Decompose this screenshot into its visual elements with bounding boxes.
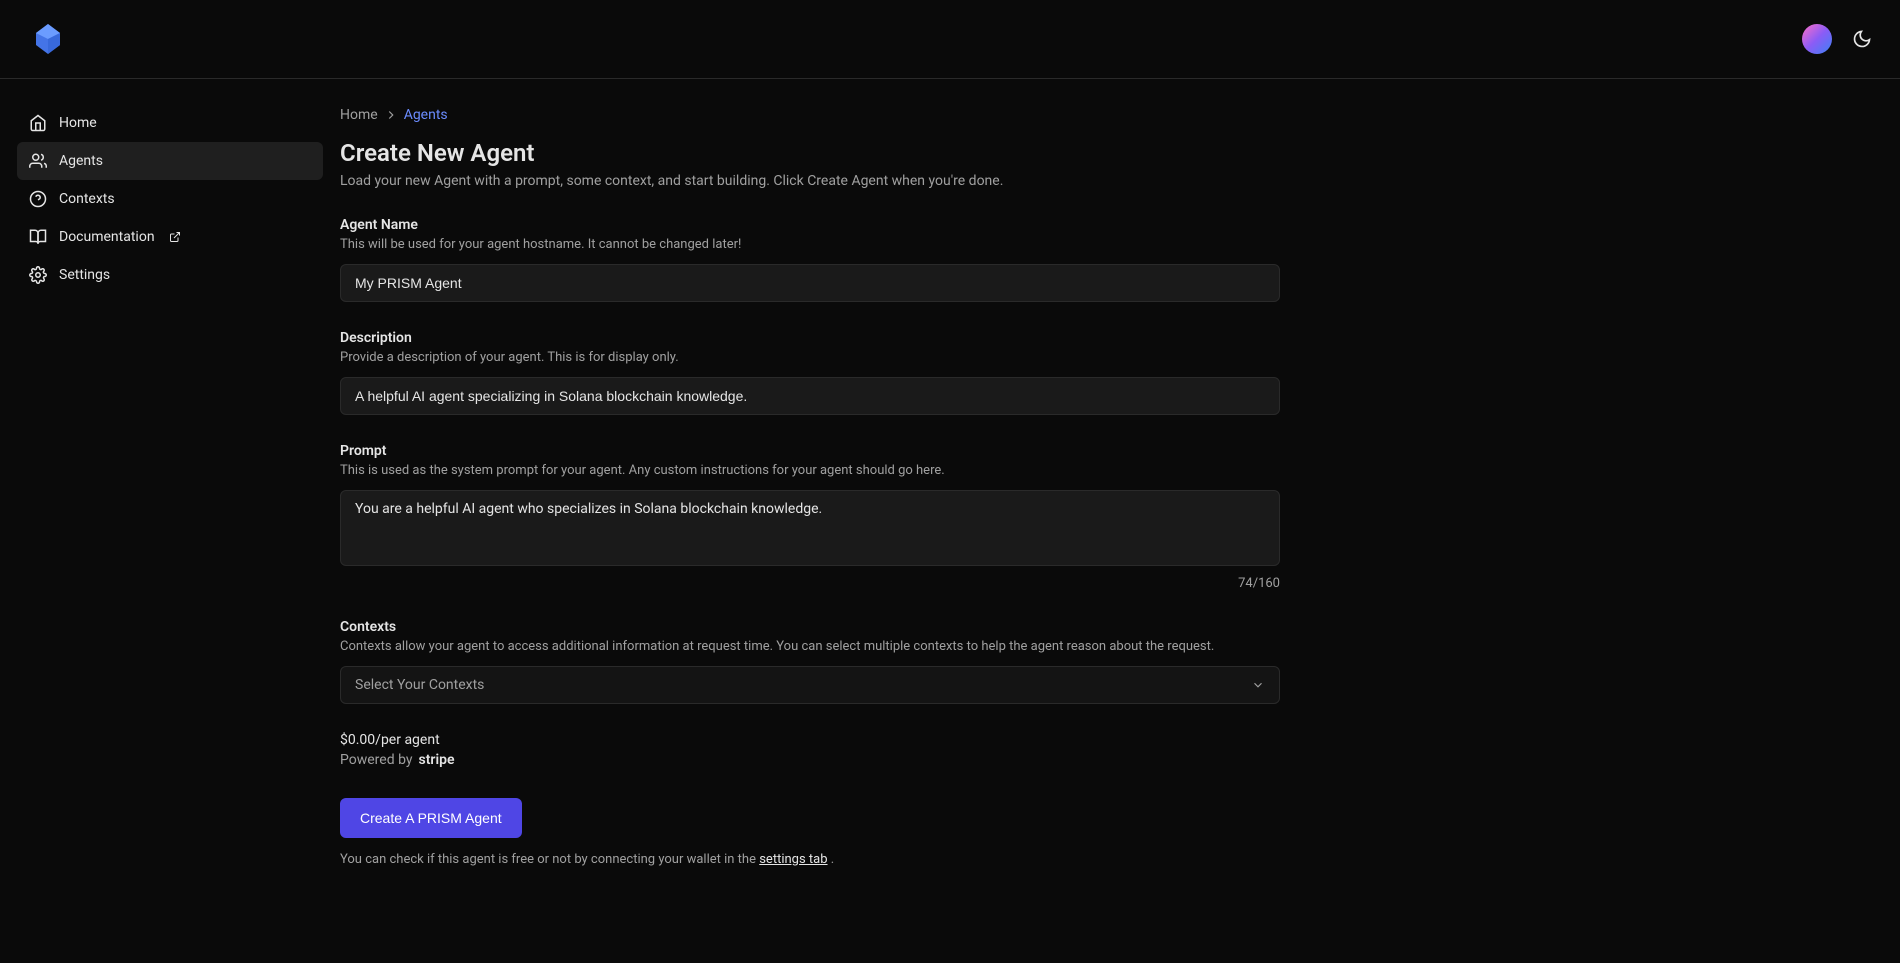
description-label: Description [340,330,1280,346]
prompt-help: This is used as the system prompt for yo… [340,463,1280,478]
theme-toggle-button[interactable] [1852,29,1872,49]
sidebar: Home Agents Contexts Documentation [0,79,340,963]
footer-prefix: You can check if this agent is free or n… [340,852,759,867]
breadcrumb-home[interactable]: Home [340,107,378,123]
contexts-select[interactable]: Select Your Contexts [340,666,1280,704]
sidebar-item-label: Documentation [59,229,155,245]
chevron-down-icon [1251,678,1265,692]
gear-icon [29,266,47,284]
footer-text: You can check if this agent is free or n… [340,852,1900,867]
create-agent-button[interactable]: Create A PRISM Agent [340,798,522,838]
sidebar-item-documentation[interactable]: Documentation [17,218,323,256]
agent-name-input[interactable] [340,264,1280,302]
prompt-char-count: 74/160 [340,576,1280,591]
prompt-textarea[interactable] [340,490,1280,566]
form-group-agent-name: Agent Name This will be used for your ag… [340,217,1280,302]
form-group-description: Description Provide a description of you… [340,330,1280,415]
stripe-text: stripe [419,752,455,768]
sidebar-item-label: Contexts [59,191,115,207]
prompt-label: Prompt [340,443,1280,459]
home-icon [29,114,47,132]
external-link-icon [169,231,181,243]
sidebar-item-agents[interactable]: Agents [17,142,323,180]
sidebar-item-home[interactable]: Home [17,104,323,142]
app-logo[interactable] [28,19,68,59]
footer-suffix: . [831,852,834,867]
breadcrumb: Home Agents [340,107,1900,123]
page-title: Create New Agent [340,139,1900,167]
chevron-right-icon [384,108,398,122]
powered-by-label: Powered by [340,752,413,768]
main-content: Home Agents Create New Agent Load your n… [340,79,1900,963]
settings-tab-link[interactable]: settings tab [759,852,827,867]
form-group-prompt: Prompt This is used as the system prompt… [340,443,1280,591]
sidebar-item-contexts[interactable]: Contexts [17,180,323,218]
help-circle-icon [29,190,47,208]
breadcrumb-agents[interactable]: Agents [404,107,448,123]
sidebar-item-label: Agents [59,153,103,169]
users-icon [29,152,47,170]
sidebar-item-label: Home [59,115,97,131]
header-actions [1802,24,1872,54]
contexts-help: Contexts allow your agent to access addi… [340,639,1280,654]
avatar[interactable] [1802,24,1832,54]
sidebar-item-label: Settings [59,267,110,283]
description-input[interactable] [340,377,1280,415]
description-help: Provide a description of your agent. Thi… [340,350,1280,365]
agent-name-help: This will be used for your agent hostnam… [340,237,1280,252]
powered-by: Powered by stripe [340,752,1900,768]
sidebar-item-settings[interactable]: Settings [17,256,323,294]
contexts-label: Contexts [340,619,1280,635]
book-icon [29,228,47,246]
price-text: $0.00/per agent [340,732,1900,748]
agent-name-label: Agent Name [340,217,1280,233]
app-header [0,0,1900,79]
contexts-placeholder: Select Your Contexts [355,677,484,693]
form-group-contexts: Contexts Contexts allow your agent to ac… [340,619,1280,704]
page-subtitle: Load your new Agent with a prompt, some … [340,173,1900,189]
